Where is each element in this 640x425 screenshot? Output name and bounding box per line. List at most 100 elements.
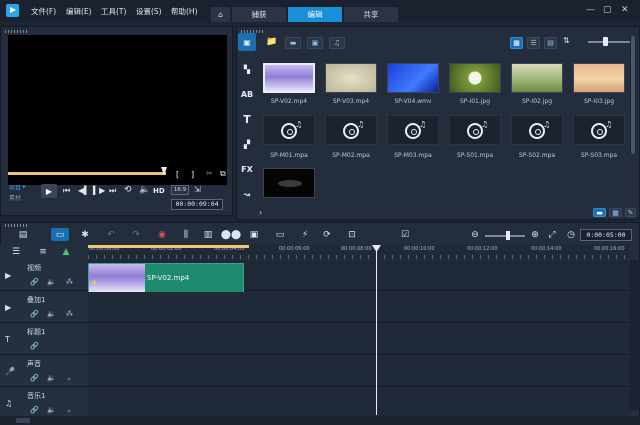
expand-icon[interactable]: ⌄ [66,406,72,414]
hd-toggle[interactable]: HD [153,187,165,195]
filter-icon[interactable]: FX [240,162,254,176]
instant-project-icon[interactable]: ▚ [240,62,254,76]
add-marker-icon[interactable]: ▲ [60,246,72,258]
expand-icon[interactable]: ⌄ [66,374,72,382]
minimize-icon[interactable]: — [586,5,595,15]
mute-icon[interactable]: 🔈 [47,374,56,382]
timecode-display[interactable]: 00:00:09:04 [171,199,223,210]
split-screen-icon[interactable]: ⊡ [345,229,359,241]
media-thumb-sp-v04[interactable] [387,63,439,93]
media-thumb-sp-i02[interactable] [511,63,563,93]
media-thumb-sp-v03[interactable] [325,63,377,93]
tab-edit[interactable]: 编辑 [288,7,343,22]
list-view-button[interactable]: ☰ [527,37,540,49]
playhead-line[interactable] [376,245,377,415]
menu-help[interactable]: 帮助(H) [171,6,198,17]
home-tab[interactable]: ⌂ [211,7,231,22]
mark-in-icon[interactable]: [ [176,170,179,179]
sort-icon[interactable]: ⇅ [563,36,570,45]
zoom-out-icon[interactable]: ⊖ [469,229,481,241]
prev-frame-icon[interactable]: ◀▍ [78,186,90,195]
home-icon[interactable]: ⏮ [63,186,70,196]
options-button[interactable]: ✎ [625,208,636,217]
link-icon[interactable]: 🔗 [30,406,39,414]
trim-bar[interactable] [8,172,166,175]
title-icon[interactable]: T [240,112,254,126]
repeat-icon[interactable]: ⟲ [124,185,132,195]
record-capture-icon[interactable]: ◉ [155,229,169,241]
project-duration[interactable]: 0:00:05:00 [580,229,632,241]
media-thumb-black[interactable] [263,168,315,198]
link-icon[interactable]: 🔗 [30,278,39,286]
auto-music-icon[interactable]: ▥ [201,229,215,241]
timeline-view-icon[interactable]: ▭ [51,228,69,241]
details-view-button[interactable]: ▤ [544,37,557,49]
end-icon[interactable]: ⏭ [109,186,116,196]
aspect-ratio-select[interactable]: 16:9 [171,185,189,195]
media-thumb-sp-i03[interactable] [573,63,625,93]
panel-grip[interactable] [5,30,29,33]
media-thumb-sp-i01[interactable] [449,63,501,93]
split-icon[interactable]: ✂ [206,169,213,178]
project-mode-label[interactable]: 项目 [9,183,21,192]
undo-icon[interactable]: ↶ [104,229,118,241]
panel-grip[interactable] [5,224,29,227]
multi-trim-icon[interactable]: ▭ [273,229,287,241]
link-icon[interactable]: 🔗 [30,374,39,382]
checkbox-icon[interactable]: ☑ [398,229,412,241]
video-clip[interactable]: ◈ SP-V02.mp4 [88,263,244,293]
track-body-voice[interactable] [88,356,630,387]
track-body-title[interactable] [88,324,630,355]
media-thumb-sp-m03[interactable]: ♫ [387,115,439,145]
fit-project-icon[interactable]: ⤢ [545,229,559,241]
audio-mixer-icon[interactable]: ⫼ [179,229,193,241]
mark-out-icon[interactable]: ] [191,170,194,179]
timeline-v-scrollbar[interactable] [630,260,640,410]
next-frame-icon[interactable]: ▍▶ [93,186,105,195]
play-button[interactable]: ▶ [41,184,57,198]
subtitle-editor-icon[interactable]: ▣ [247,229,261,241]
track-manager-icon[interactable]: ☰ [10,246,22,258]
tools-icon[interactable]: ✱ [78,229,92,241]
snapshot-icon[interactable]: ⧉ [220,169,226,179]
media-icon[interactable]: ▣ [240,35,254,49]
speed-icon[interactable]: ⚡ [298,229,312,241]
track-body-music[interactable] [88,388,630,419]
close-icon[interactable]: ✕ [621,5,629,15]
redo-icon[interactable]: ↷ [129,229,143,241]
clip-mode-label[interactable]: 素材 [9,193,21,202]
scroll-thumb[interactable] [631,36,635,154]
transition-icon[interactable]: AB [240,87,254,101]
maximize-icon[interactable]: ▢ [603,5,612,15]
motion-tracking-icon[interactable]: ⬤⬤ [221,229,241,241]
media-thumb-sp-m02[interactable]: ♫ [325,115,377,145]
thumbnail-view-button[interactable]: ▦ [510,37,523,49]
menu-settings[interactable]: 设置(S) [136,6,162,17]
tab-capture[interactable]: 捕获 [232,7,287,22]
time-remap-icon[interactable]: ⟳ [320,229,334,241]
zoom-handle[interactable] [506,231,510,240]
expand-arrow-icon[interactable]: › [259,208,262,217]
add-folder-icon[interactable]: 📁 [266,37,277,47]
timeline-h-scrollbar[interactable] [0,416,640,425]
storyboard-view-icon[interactable]: ▤ [15,229,31,241]
mute-icon[interactable]: 🔈 [47,406,56,414]
volume-icon[interactable]: 🔈 [139,185,150,195]
show-photo-button[interactable]: ▣ [307,37,323,49]
mute-icon[interactable]: 🔈 [47,310,56,318]
show-video-button[interactable]: ▬ [285,37,301,49]
thumb-size-handle[interactable] [603,37,608,46]
menu-tools[interactable]: 工具(T) [101,6,126,17]
media-thumb-sp-s01[interactable]: ♫ [449,115,501,145]
ripple-icon[interactable]: ⁂ [66,310,73,318]
library-scrollbar[interactable] [630,36,636,154]
graphic-icon[interactable]: ▞ [240,137,254,151]
scroll-thumb[interactable] [16,418,30,423]
library-mode-button[interactable]: ▬ [593,208,606,217]
chapter-icon[interactable]: ≡ [37,246,49,258]
thumb-size-slider[interactable] [588,41,630,43]
ripple-icon[interactable]: ⁂ [66,278,73,286]
media-thumb-sp-m01[interactable]: ♫ [263,115,315,145]
mute-icon[interactable]: 🔈 [47,278,56,286]
menu-file[interactable]: 文件(F) [31,6,56,17]
